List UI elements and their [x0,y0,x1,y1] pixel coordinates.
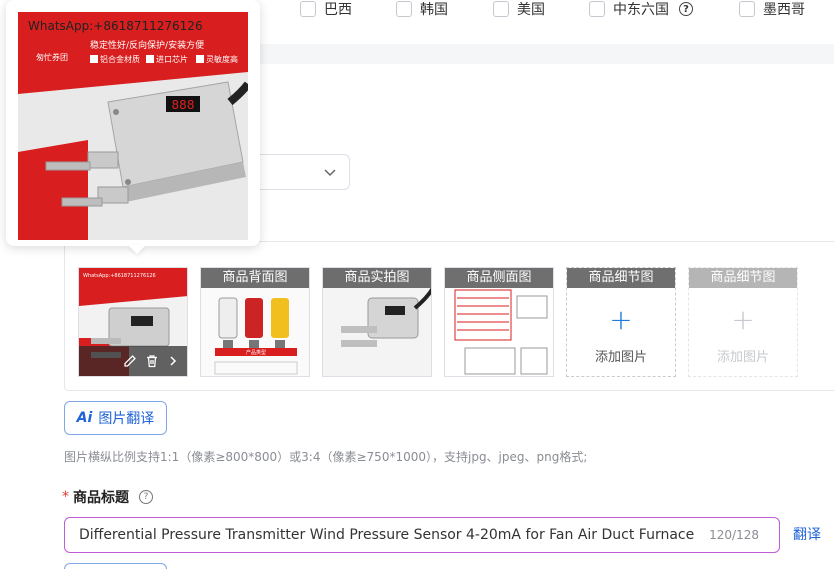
feature-line: 稳定性好/反向保护/安装方便 [90,39,204,51]
feature-sensitivity: 灵敏度高 [206,54,238,64]
plus-icon: + [731,303,755,336]
help-icon[interactable]: ? [679,2,693,16]
checkbox-box[interactable] [739,1,755,17]
whatsapp-watermark: WhatsApp:+8618711276126 [28,19,203,33]
country-label: 巴西 [324,2,352,18]
tile-label: 商品细节图 [567,268,675,288]
tile-label: 商品侧面图 [445,268,553,288]
required-mark: * [62,489,69,505]
ai-icon: Ai [76,410,93,426]
popover-arrow [128,245,146,254]
tile-toolbar [79,346,187,376]
add-image-text: 添加图片 [716,350,769,365]
translate-link[interactable]: 翻译 [793,524,821,544]
add-detail-image-tile[interactable]: 商品细节图 + 添加图片 [566,267,676,377]
title-value[interactable]: Differential Pressure Transmitter Wind P… [79,527,699,543]
preview-image: WhatsApp:+8618711276126 匆忙券团 稳定性好/反向保护/安… [18,12,248,240]
tile-label: 商品背面图 [201,268,309,288]
title-label-text: 商品标题 [73,490,129,506]
checkbox-box[interactable] [396,1,412,17]
feature-aluminum: 铝合金材质 [100,54,140,64]
checkbox-box[interactable] [589,1,605,17]
image-translate-label: 图片翻译 [98,411,155,427]
checkbox-box[interactable] [300,1,316,17]
chevron-down-icon [324,169,336,177]
country-label: 墨西哥 [763,2,805,18]
chevron-right-icon[interactable] [167,354,179,368]
tile-label: 商品细节图 [689,268,797,288]
next-field-button[interactable] [64,563,167,569]
main-image-tile[interactable]: WhatsApp:+8618711276126 [78,267,188,377]
char-counter: 120/128 [709,528,759,542]
back-image-tile[interactable]: 产品类型 商品背面图 [200,267,310,377]
country-checkbox-middle-east[interactable]: 中东六国 ? [589,0,693,18]
display-digits: 888 [172,98,195,112]
side-image-tile[interactable]: 商品侧面图 [444,267,554,377]
country-label: 美国 [517,2,545,18]
checkbox-box[interactable] [493,1,509,17]
image-preview-popover: WhatsApp:+8618711276126 匆忙券团 稳定性好/反向保护/安… [6,0,260,254]
whatsapp-watermark: WhatsApp:+8618711276126 [83,273,156,279]
add-image-text: 添加图片 [594,350,647,365]
country-checkbox-korea[interactable]: 韩国 [396,0,448,18]
country-checkbox-brazil[interactable]: 巴西 [300,0,352,18]
trash-icon[interactable] [145,354,159,368]
back-image-caption: 产品类型 [246,349,266,356]
country-checkbox-usa[interactable]: 美国 [493,0,545,18]
preview-product-image: WhatsApp:+8618711276126 匆忙券团 稳定性好/反向保护/安… [18,12,248,240]
add-detail-image-tile-disabled: 商品细节图 + 添加图片 [688,267,798,377]
feature-chip: 进口芯片 [156,54,188,64]
edit-icon[interactable] [123,354,137,368]
tile-label: 商品实拍图 [323,268,431,288]
brand-text: 匆忙券团 [36,52,68,62]
country-label: 中东六国 [613,2,669,18]
country-checkbox-mexico[interactable]: 墨西哥 [739,0,805,18]
real-photo-tile[interactable]: 商品实拍图 [322,267,432,377]
plus-icon: + [609,303,633,336]
country-label: 韩国 [420,2,448,18]
image-translate-button[interactable]: Ai 图片翻译 [64,401,167,435]
image-requirements-hint: 图片横纵比例支持1:1（像素≥800*800）或3:4（像素≥750*1000）… [64,450,588,464]
product-title-label: * 商品标题 ? [62,487,153,507]
product-title-input[interactable]: Differential Pressure Transmitter Wind P… [64,517,780,553]
help-icon[interactable]: ? [139,490,153,504]
